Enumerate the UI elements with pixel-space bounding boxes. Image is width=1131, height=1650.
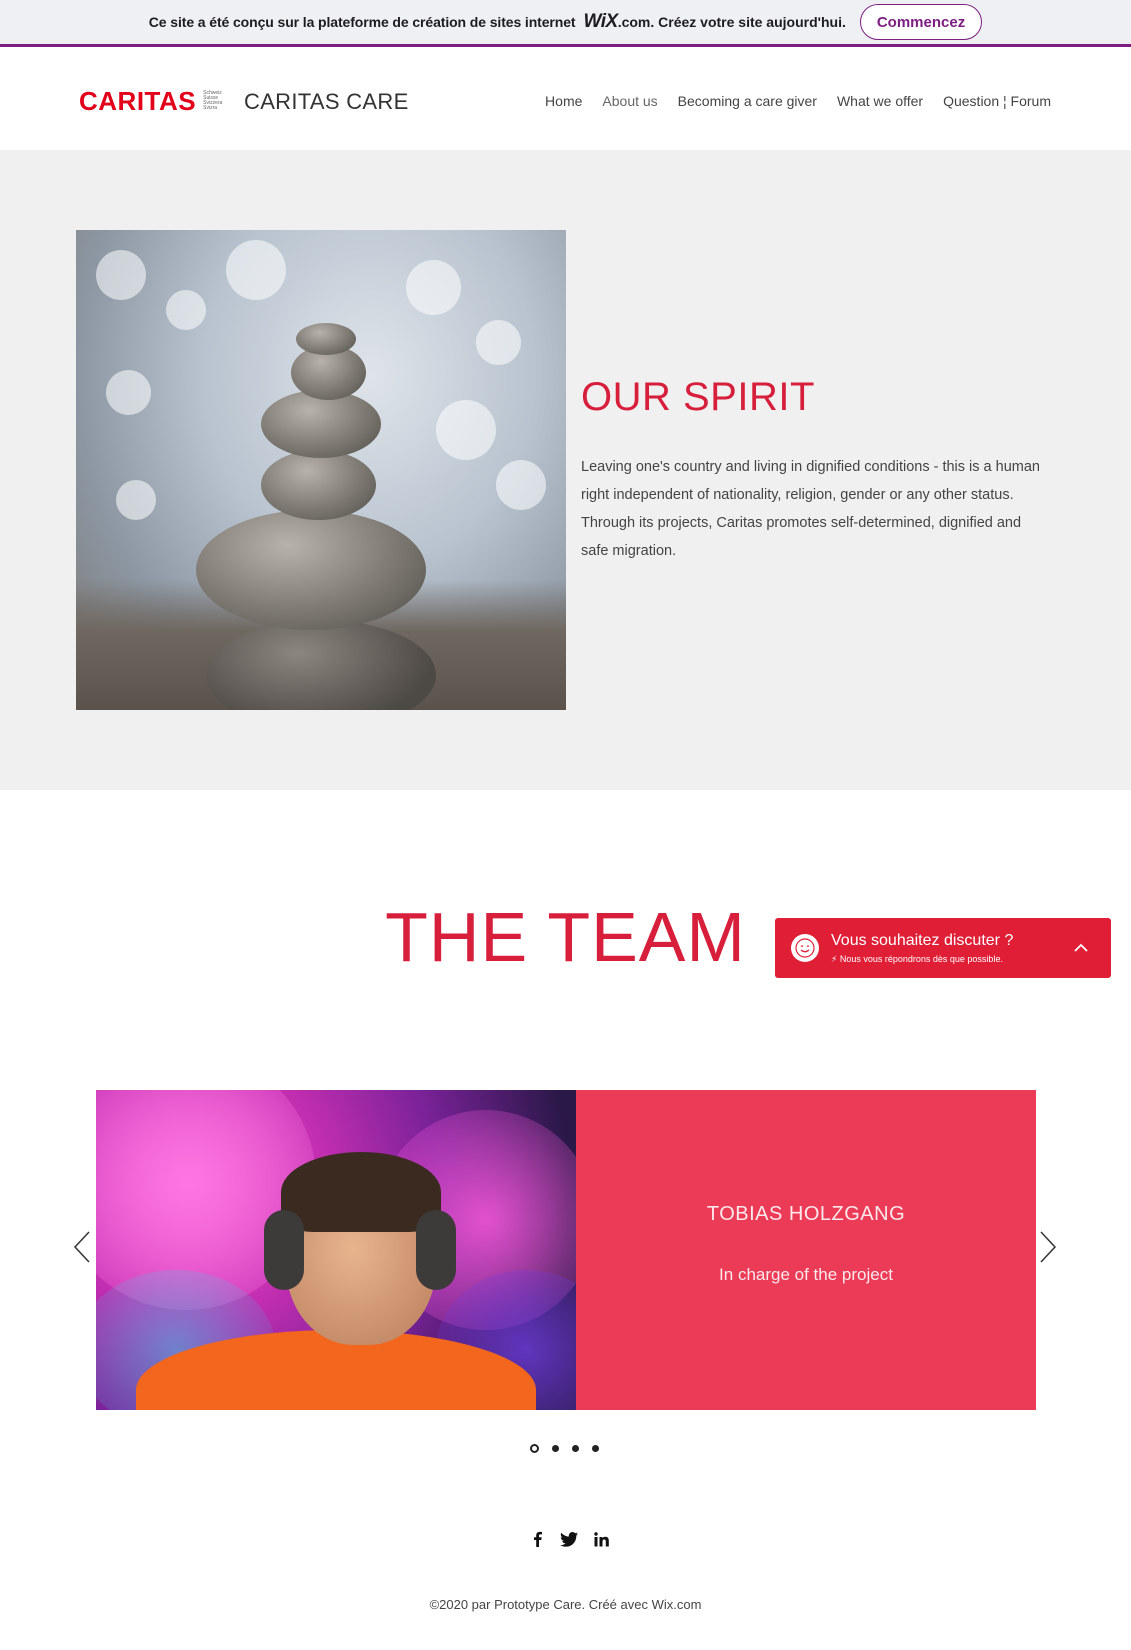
main-nav: Home About us Becoming a care giver What…	[545, 93, 1051, 109]
stacked-stones-image	[76, 230, 566, 710]
member-role: In charge of the project	[719, 1265, 893, 1284]
lightning-icon: ⚡	[831, 953, 838, 964]
start-button[interactable]: Commencez	[859, 4, 983, 40]
nav-what-we-offer[interactable]: What we offer	[837, 93, 923, 109]
wix-logo: WiX	[583, 11, 618, 32]
nav-home[interactable]: Home	[545, 93, 582, 109]
slider-dot[interactable]	[572, 1445, 579, 1452]
team-slider: TOBIAS HOLZGANG In charge of the project	[96, 1090, 1036, 1410]
social-bar	[528, 1530, 610, 1548]
chat-title: Vous souhaitez discuter ?	[831, 931, 1014, 949]
twitter-icon[interactable]	[560, 1530, 578, 1548]
nav-about-us[interactable]: About us	[602, 93, 657, 109]
wix-banner-text: Ce site a été conçu sur la plateforme de…	[148, 14, 576, 30]
chat-widget[interactable]: Vous souhaitez discuter ? ⚡ Nous vous ré…	[775, 918, 1111, 978]
spirit-section: OUR SPIRIT Leaving one's country and liv…	[0, 150, 1131, 790]
chevron-up-icon[interactable]	[1069, 936, 1093, 960]
wix-banner-text-after: .com. Créez votre site aujourd'hui.	[617, 14, 846, 30]
chat-subtitle-text: Nous vous répondrons dès que possible.	[839, 953, 1003, 964]
member-info-panel: TOBIAS HOLZGANG In charge of the project	[576, 1090, 1036, 1410]
spirit-text: Leaving one's country and living in dign…	[581, 459, 1040, 559]
prev-slide-icon[interactable]	[72, 1230, 92, 1264]
next-slide-icon[interactable]	[1038, 1230, 1058, 1264]
facebook-icon[interactable]	[528, 1530, 546, 1548]
logo-sub-line: Svizra	[203, 105, 218, 111]
nav-becoming-care-giver[interactable]: Becoming a care giver	[678, 93, 817, 109]
logo-word: CARITAS	[79, 86, 197, 116]
spirit-title: OUR SPIRIT	[581, 375, 815, 419]
member-photo	[96, 1090, 576, 1410]
wix-banner: Ce site a été conçu sur la plateforme de…	[0, 0, 1131, 47]
chat-subtitle: ⚡ Nous vous répondrons dès que possible.	[831, 954, 1013, 965]
slider-dots	[530, 1444, 599, 1453]
slider-dot[interactable]	[552, 1445, 559, 1452]
nav-question-forum[interactable]: Question ¦ Forum	[943, 93, 1051, 109]
site-title[interactable]: CARITAS CARE	[244, 89, 409, 115]
caritas-logo[interactable]: CARITAS Schweiz Suisse Svizzera Svizra	[79, 88, 222, 114]
footer-copyright: ©2020 par Prototype Care. Créé avec Wix.…	[429, 1597, 702, 1612]
logo-subtext: Schweiz Suisse Svizzera Svizra	[203, 91, 222, 111]
smiley-icon	[791, 934, 819, 962]
linkedin-icon[interactable]	[592, 1530, 610, 1548]
member-name: TOBIAS HOLZGANG	[706, 1203, 906, 1225]
slider-dot[interactable]	[592, 1445, 599, 1452]
site-header: CARITAS Schweiz Suisse Svizzera Svizra C…	[0, 50, 1131, 150]
slider-dot[interactable]	[530, 1444, 539, 1453]
